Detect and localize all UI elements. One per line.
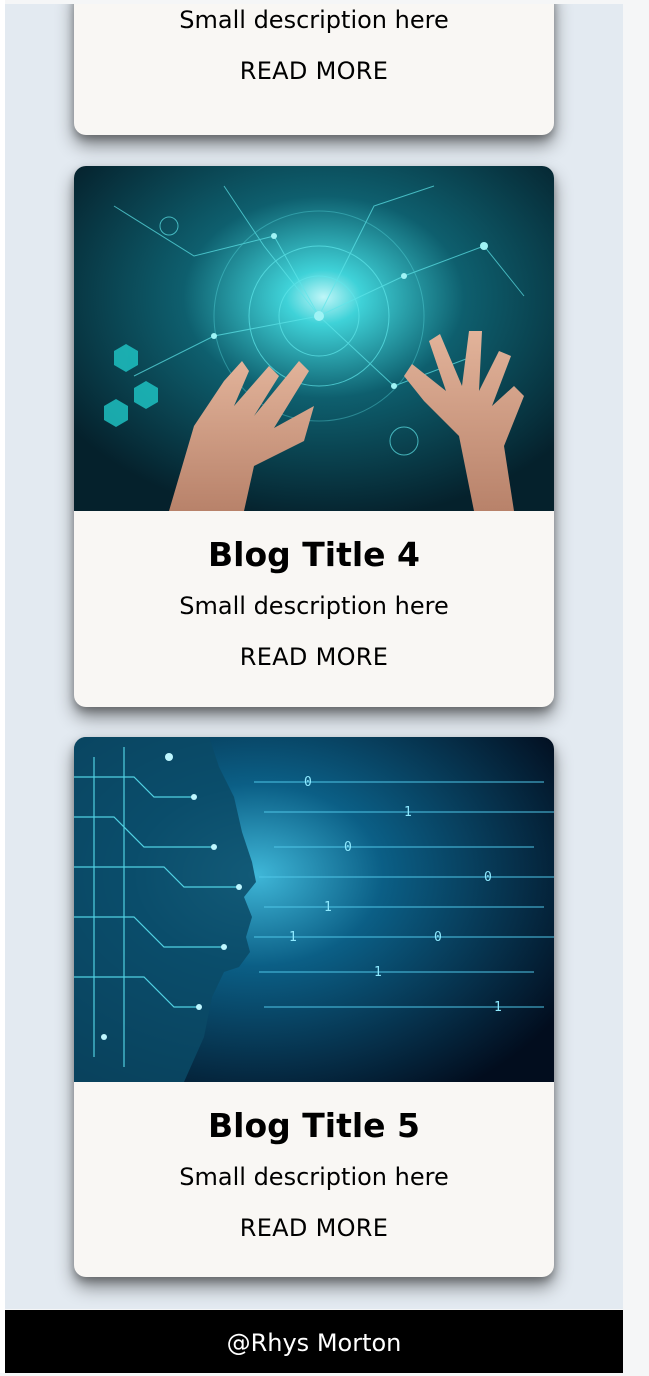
footer-credit: @Rhys Morton [226,1329,402,1357]
svg-text:0: 0 [484,870,492,885]
blog-card-4: Blog Title 4 Small description here READ… [74,166,554,707]
blog-list[interactable]: Small description here READ MORE Blog Ti… [5,4,623,1309]
svg-text:1: 1 [324,900,332,915]
blog-card-description: Small description here [179,6,449,34]
tech-hands-network-image [74,166,554,511]
svg-text:1: 1 [494,1000,502,1015]
svg-text:0: 0 [304,775,312,790]
blog-card-description: Small description here [179,1163,449,1191]
blog-card-5: 0 1 0 0 1 0 1 1 1 Blog Title 5 Small descripti… [74,737,554,1277]
blog-card-title: Blog Title 4 [208,535,420,574]
ai-circuit-head-image: 0 1 0 0 1 0 1 1 1 [74,737,554,1082]
svg-text:0: 0 [434,930,442,945]
svg-text:1: 1 [404,805,412,820]
read-more-link[interactable]: READ MORE [74,35,554,86]
blog-card-title: Blog Title 5 [208,1106,420,1145]
svg-text:0: 0 [344,840,352,855]
blog-card-3: Small description here READ MORE [74,4,554,135]
read-more-link[interactable]: READ MORE [74,1192,554,1243]
blog-card-description: Small description here [179,592,449,620]
read-more-link[interactable]: READ MORE [74,621,554,672]
svg-text:1: 1 [289,930,297,945]
footer: @Rhys Morton [5,1310,623,1373]
svg-text:1: 1 [374,965,382,980]
